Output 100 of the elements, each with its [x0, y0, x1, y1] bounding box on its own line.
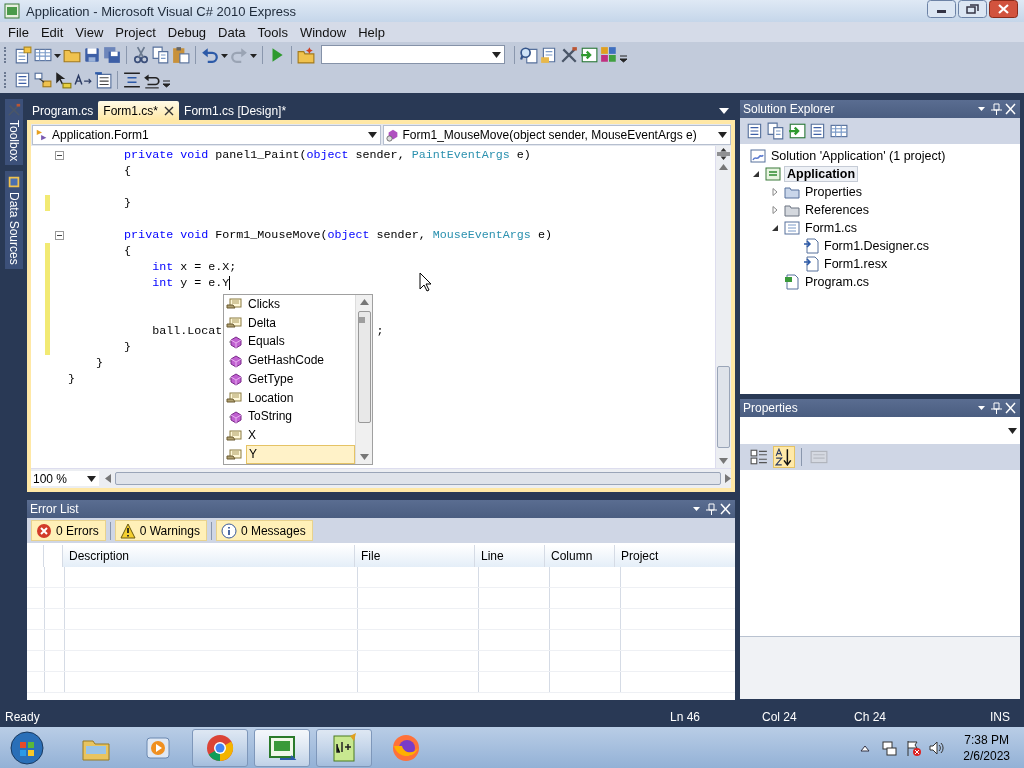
code-text: { [124, 164, 132, 178]
copy-icon[interactable] [152, 45, 170, 64]
scroll-thumb[interactable] [717, 366, 730, 448]
completion-item[interactable]: Clicks [246, 295, 355, 313]
code-text: e) [516, 148, 531, 162]
split-icon[interactable] [717, 148, 730, 160]
document-tab[interactable]: Program.cs [27, 101, 99, 120]
expanded-arrow-icon[interactable] [771, 224, 779, 232]
arrow-box-icon[interactable] [788, 122, 806, 140]
scrollbar[interactable] [355, 295, 372, 464]
tree-item[interactable]: Form1.resx [822, 257, 890, 271]
scroll-down-icon[interactable] [719, 458, 728, 464]
completion-item[interactable]: Location [246, 389, 355, 407]
menu-item[interactable]: Debug [161, 24, 213, 40]
column-header[interactable]: Column [545, 545, 615, 567]
scroll-up-icon[interactable] [359, 299, 369, 305]
zoom-combo[interactable]: 100 % [31, 471, 99, 486]
taskbar-button[interactable] [316, 728, 372, 767]
document-tab[interactable]: Form1.cs [Design]* [179, 101, 292, 120]
list-icon[interactable] [94, 70, 112, 89]
scroll-thumb[interactable] [357, 311, 371, 423]
restore-button[interactable] [958, 0, 987, 18]
completion-item[interactable]: GetType [246, 370, 355, 388]
completion-item[interactable]: Delta [246, 314, 355, 332]
tree-item[interactable]: References [803, 203, 871, 217]
clipboard-icon[interactable] [172, 45, 190, 64]
clock[interactable]: 7:38 PM 2/6/2023 [963, 731, 1010, 764]
scroll-left-icon[interactable] [105, 474, 111, 483]
close-button[interactable] [989, 0, 1018, 18]
collapsed-arrow-icon[interactable] [771, 206, 779, 214]
vertical-scrollbar[interactable] [715, 146, 731, 468]
scissors-icon[interactable] [132, 45, 150, 64]
menu-item[interactable]: View [69, 24, 110, 40]
horizontal-scrollbar[interactable] [105, 471, 731, 486]
document-tab[interactable]: Form1.cs* [98, 101, 180, 120]
menu-item[interactable]: File [2, 24, 35, 40]
list-document-icon[interactable] [746, 122, 764, 140]
filter-button[interactable]: 0 Warnings [114, 520, 207, 541]
taskbar-button[interactable] [192, 728, 248, 767]
tree-item[interactable]: Form1.cs [803, 221, 860, 235]
hand-document-icon[interactable] [540, 45, 558, 64]
column-header[interactable]: Description [63, 545, 355, 567]
minimize-button[interactable] [927, 0, 956, 18]
tree-item[interactable]: Application [784, 166, 859, 182]
completion-item[interactable]: Y [246, 445, 355, 464]
magnifier-document-icon[interactable] [520, 45, 538, 64]
column-header[interactable]: File [355, 545, 475, 567]
info-icon [220, 522, 237, 539]
align-lines-icon[interactable] [123, 70, 141, 89]
floppy-disks-icon[interactable] [103, 45, 121, 64]
scroll-down-icon[interactable] [359, 454, 369, 460]
speaker-icon[interactable] [929, 739, 946, 756]
filter-button[interactable]: 0 Errors [31, 520, 106, 541]
tab-list-caret-icon[interactable] [719, 108, 729, 114]
collapse-icon[interactable] [54, 150, 64, 160]
start-button[interactable] [10, 730, 44, 765]
network-icon[interactable] [881, 739, 898, 756]
taskbar-button[interactable] [254, 728, 310, 767]
type-combo[interactable]: Application.Form1 [32, 125, 381, 145]
scroll-right-icon[interactable] [725, 474, 731, 483]
menu-item[interactable]: Edit [34, 24, 70, 40]
tree-item[interactable]: Properties [803, 185, 864, 199]
scroll-thumb[interactable] [115, 472, 721, 485]
shapes-icon[interactable] [34, 70, 52, 89]
menu-item[interactable]: Window [293, 24, 353, 40]
menu-item[interactable]: Data [212, 24, 252, 40]
completion-item[interactable]: ToString [246, 408, 355, 426]
arrow-box-icon[interactable] [580, 45, 598, 64]
tree-item[interactable]: Form1.Designer.cs [822, 239, 931, 253]
menu-item[interactable]: Help [352, 24, 391, 40]
column-header[interactable]: Project [615, 545, 735, 567]
column-header[interactable]: Line [475, 545, 545, 567]
completion-item[interactable]: X [246, 427, 355, 445]
side-tab[interactable]: Toolbox [4, 99, 23, 166]
filter-button[interactable]: 0 Messages [215, 520, 313, 541]
member-combo[interactable]: Form1_MouseMove(object sender, MouseEventArgs e) [382, 125, 731, 145]
list-document-icon[interactable] [14, 70, 32, 89]
tree-item[interactable]: Program.cs [803, 275, 871, 289]
list-document-icon[interactable] [809, 122, 827, 140]
pointer-shapes-icon[interactable] [54, 70, 72, 89]
document-grid-icon[interactable] [14, 45, 32, 64]
undo-icon[interactable] [201, 45, 219, 64]
folder-sparkle-icon[interactable] [297, 45, 315, 64]
side-tab[interactable]: Data Sources [4, 171, 23, 270]
tree-item[interactable]: Solution 'Application' (1 project) [769, 149, 948, 163]
close-icon[interactable] [164, 105, 175, 116]
configuration-combo[interactable] [321, 45, 505, 64]
flag-icon[interactable] [905, 739, 922, 756]
grid-icon[interactable] [830, 122, 848, 140]
expanded-arrow-icon[interactable] [752, 170, 760, 178]
collapsed-arrow-icon[interactable] [771, 188, 779, 196]
code-text: private void [124, 148, 209, 162]
collapse-icon[interactable] [54, 230, 64, 240]
menu-item[interactable]: Project [109, 24, 162, 40]
completion-item[interactable]: Equals [246, 333, 355, 351]
scroll-up-icon[interactable] [719, 164, 728, 170]
menu-item[interactable]: Tools [251, 24, 294, 40]
completion-item[interactable]: GetHashCode [246, 352, 355, 370]
toolbar-button[interactable] [773, 446, 795, 468]
copy-icon[interactable] [767, 122, 785, 140]
